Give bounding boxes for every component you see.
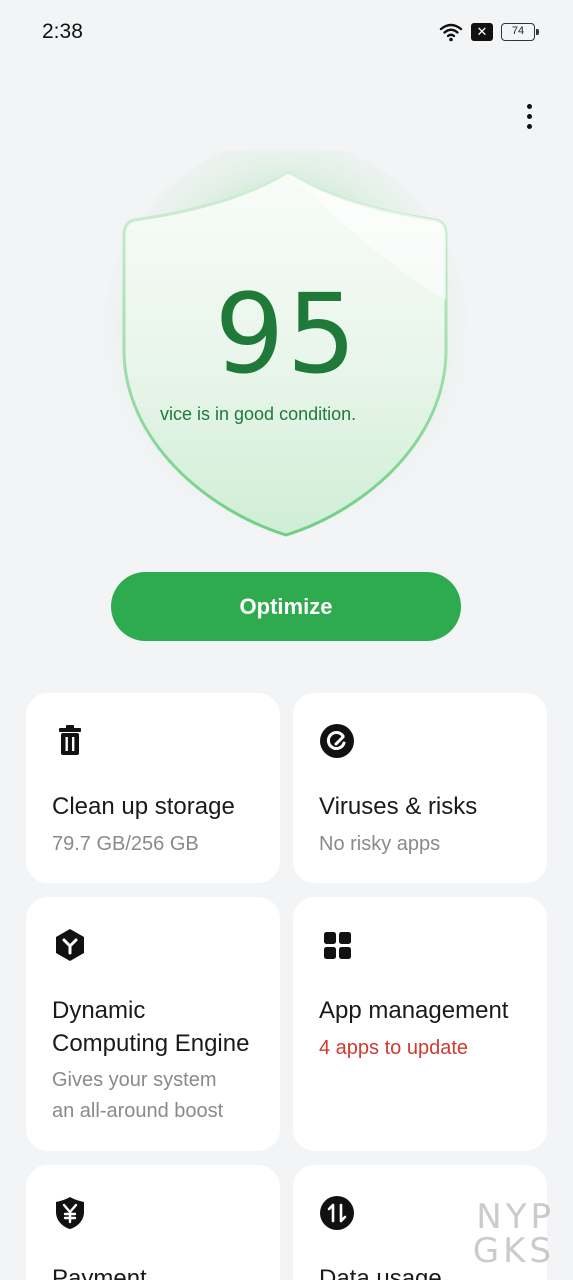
optimize-button[interactable]: Optimize: [111, 572, 461, 641]
card-title: Payment: [52, 1265, 147, 1280]
wifi-icon: [439, 22, 463, 42]
watermark-line2: GKS: [472, 1231, 555, 1271]
security-score: 95: [214, 270, 359, 398]
no-sim-icon: ✕: [471, 23, 493, 41]
battery-icon: 74: [501, 23, 539, 41]
card-subtitle-alert: 4 apps to update: [319, 1037, 469, 1059]
card-title: Clean up storage: [52, 793, 235, 820]
card-payment[interactable]: Payment: [26, 1165, 280, 1280]
card-dynamic-computing-engine[interactable]: Dynamic Computing Engine Gives your syst…: [26, 897, 280, 1151]
more-dot: [526, 103, 532, 109]
card-viruses-risks[interactable]: Viruses & risks No risky apps: [293, 693, 547, 883]
more-dot: [526, 123, 532, 129]
card-subtitle: No risky apps: [319, 833, 441, 855]
card-title: App management: [319, 997, 509, 1024]
card-subtitle-line2: an all-around boost: [52, 1100, 224, 1122]
card-app-management[interactable]: App management 4 apps to update: [293, 897, 547, 1151]
status-icons: ✕ 74: [439, 22, 539, 42]
status-message: vice is in good condition.: [160, 404, 420, 425]
status-time: 2:38: [42, 20, 83, 43]
engine-icon: [52, 927, 88, 963]
card-title: Viruses & risks: [319, 793, 478, 820]
watermark-line1: NYP: [476, 1197, 555, 1237]
app-grid-icon: [319, 927, 355, 963]
card-title: Data usage: [319, 1265, 442, 1280]
watermark-logo: NYP GKS: [473, 1200, 555, 1268]
card-title-line2: Computing Engine: [52, 1030, 250, 1057]
card-clean-up-storage[interactable]: Clean up storage 79.7 GB/256 GB: [26, 693, 280, 883]
card-title-line1: Dynamic: [52, 997, 146, 1024]
more-dot: [526, 113, 532, 119]
status-message-text: vice is in good condition.: [160, 404, 357, 424]
data-usage-icon: [319, 1195, 355, 1231]
card-subtitle-line1: Gives your system: [52, 1069, 217, 1091]
status-bar: 2:38 ✕ 74: [0, 0, 573, 66]
card-subtitle: 79.7 GB/256 GB: [52, 833, 199, 855]
more-options-button[interactable]: [519, 100, 539, 132]
trash-icon: [52, 723, 88, 759]
payment-shield-icon: [52, 1195, 88, 1231]
virus-scan-icon: [319, 723, 355, 759]
